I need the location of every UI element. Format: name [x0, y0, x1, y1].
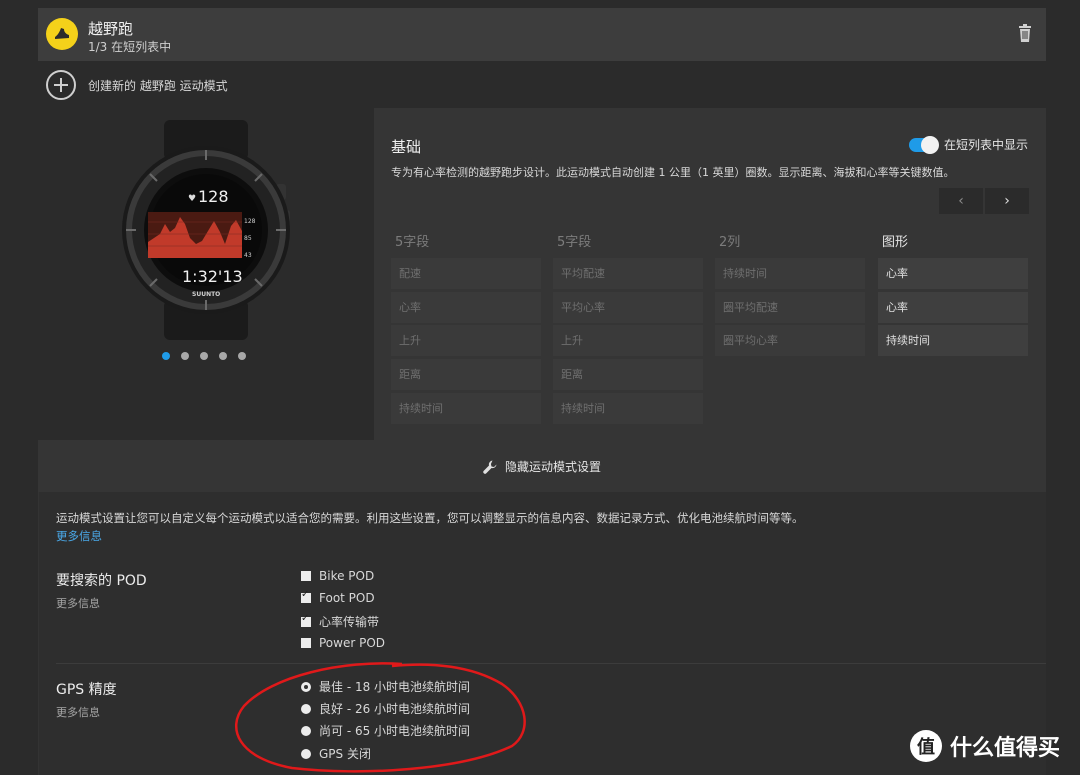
hide-settings-button[interactable]: 隐藏运动模式设置 — [38, 440, 1046, 492]
field-cell: 平均心率 — [553, 291, 703, 323]
shortlist-status: 1/3 在短列表中 — [88, 40, 172, 54]
field-cell: 配速 — [391, 258, 541, 289]
carousel-dot[interactable] — [181, 352, 189, 360]
field-cell: 持续时间 — [878, 325, 1028, 357]
hide-settings-label: 隐藏运动模式设置 — [504, 459, 601, 474]
watch-scale-low: 43 — [244, 252, 252, 259]
panel-description: 专为有心率检测的越野跑步设计。此运动模式自动创建 1 公里（1 英里）圈数。显示… — [391, 166, 955, 179]
field-cell: 心率 — [878, 258, 1028, 289]
display-column-1[interactable]: 5字段 配速 心率 上升 距离 持续时间 — [391, 232, 541, 426]
watch-elapsed-time: 1:32'13 — [182, 267, 243, 286]
column-header: 图形 — [882, 235, 909, 250]
radio-button[interactable] — [301, 725, 311, 736]
carousel-dot[interactable] — [162, 352, 170, 360]
option-label: Bike POD — [319, 569, 375, 583]
shortlist-toggle[interactable]: 在短列表中显示 — [908, 135, 1028, 154]
column-header: 2列 — [719, 235, 741, 250]
column-header: 5字段 — [557, 235, 592, 250]
display-column-4[interactable]: 图形 心率 心率 持续时间 — [878, 232, 1028, 359]
next-button[interactable]: › — [985, 188, 1029, 214]
field-cell: 上升 — [391, 325, 541, 357]
checkbox[interactable] — [301, 589, 311, 603]
field-cell: 圈平均配速 — [715, 291, 865, 323]
section-divider — [56, 663, 1046, 664]
watermark: 值 什么值得买 — [910, 730, 1060, 762]
pod-option-power[interactable]: Power POD — [301, 636, 385, 650]
checkbox[interactable] — [301, 571, 311, 581]
trash-icon[interactable] — [1018, 24, 1032, 42]
option-label: Foot POD — [319, 591, 375, 605]
watch-brand: SUUNTO — [192, 291, 220, 298]
display-column-3[interactable]: 2列 持续时间 圈平均配速 圈平均心率 — [715, 232, 865, 359]
more-info-link[interactable]: 更多信息 — [56, 528, 102, 544]
field-cell: 距离 — [553, 359, 703, 391]
radio-button[interactable] — [301, 703, 311, 714]
gps-section-title: GPS 精度 — [56, 682, 117, 698]
plus-circle-icon — [46, 70, 76, 100]
sport-title: 越野跑 — [88, 20, 134, 38]
field-cell: 心率 — [878, 291, 1028, 323]
prev-button[interactable]: ‹ — [939, 188, 983, 214]
pod-section-title: 要搜索的 POD — [56, 573, 147, 589]
pod-option-bike[interactable]: Bike POD — [301, 569, 374, 583]
watch-scale-high: 128 — [244, 218, 256, 225]
display-settings-panel: 基础 在短列表中显示 专为有心率检测的越野跑步设计。此运动模式自动创建 1 公里… — [374, 108, 1046, 440]
checkbox[interactable] — [301, 638, 311, 648]
field-cell: 平均配速 — [553, 258, 703, 289]
option-label: 良好 - 26 小时电池续航时间 — [319, 702, 471, 716]
pod-more-info-link[interactable]: 更多信息 — [56, 595, 100, 611]
option-label: 尚可 - 65 小时电池续航时间 — [319, 724, 471, 738]
radio-button[interactable] — [301, 748, 311, 759]
gps-more-info-link[interactable]: 更多信息 — [56, 704, 100, 720]
option-label: Power POD — [319, 636, 386, 650]
column-header: 5字段 — [395, 235, 430, 250]
running-shoe-icon — [46, 18, 78, 50]
field-cell: 持续时间 — [715, 258, 865, 289]
toggle-switch[interactable] — [908, 135, 939, 154]
create-sport-mode-button[interactable]: 创建新的 越野跑 运动模式 — [46, 70, 228, 100]
option-label: GPS 关闭 — [319, 747, 371, 761]
field-cell: 持续时间 — [553, 392, 703, 424]
pod-option-hr-belt[interactable]: 心率传输带 — [301, 613, 379, 630]
field-cell: 圈平均心率 — [715, 325, 865, 357]
svg-text:♥: ♥ — [188, 194, 196, 204]
wrench-icon — [483, 459, 497, 474]
display-pager: ‹ › — [939, 188, 1029, 214]
watermark-text: 什么值得买 — [950, 736, 1061, 761]
carousel-dot[interactable] — [200, 352, 208, 360]
gps-option-ok[interactable]: 尚可 - 65 小时电池续航时间 — [301, 722, 470, 739]
field-cell: 上升 — [553, 325, 703, 357]
watermark-logo: 值 — [910, 730, 942, 762]
display-column-2[interactable]: 5字段 平均配速 平均心率 上升 距离 持续时间 — [553, 232, 703, 426]
field-cell: 距离 — [391, 359, 541, 391]
field-cell: 心率 — [391, 291, 541, 323]
carousel-dot[interactable] — [219, 352, 227, 360]
sport-mode-header[interactable]: 越野跑 1/3 在短列表中 — [38, 8, 1046, 61]
panel-title: 基础 — [391, 138, 422, 156]
radio-button[interactable] — [301, 681, 311, 692]
carousel-dot[interactable] — [238, 352, 246, 360]
carousel-dots — [162, 352, 246, 360]
toggle-label: 在短列表中显示 — [943, 138, 1028, 152]
option-label: 最佳 - 18 小时电池续航时间 — [319, 680, 471, 694]
watch-scale-mid: 85 — [244, 235, 252, 242]
field-cell: 持续时间 — [391, 392, 541, 424]
watch-heart-rate: 128 — [198, 187, 229, 206]
pod-option-foot[interactable]: Foot POD — [301, 589, 375, 605]
settings-intro: 运动模式设置让您可以自定义每个运动模式以适合您的需要。利用这些设置，您可以调整显… — [56, 511, 804, 525]
option-label: 心率传输带 — [319, 615, 380, 629]
gps-option-off[interactable]: GPS 关闭 — [301, 745, 371, 762]
create-sport-mode-label: 创建新的 越野跑 运动模式 — [88, 78, 228, 93]
watch-preview: 128 ♥ 128 85 43 1:32'13 SUUNTO — [118, 120, 294, 340]
checkbox[interactable] — [301, 613, 311, 627]
gps-option-good[interactable]: 良好 - 26 小时电池续航时间 — [301, 700, 470, 717]
sport-mode-settings: 运动模式设置让您可以自定义每个运动模式以适合您的需要。利用这些设置，您可以调整显… — [38, 492, 1046, 775]
gps-option-best[interactable]: 最佳 - 18 小时电池续航时间 — [301, 678, 470, 695]
